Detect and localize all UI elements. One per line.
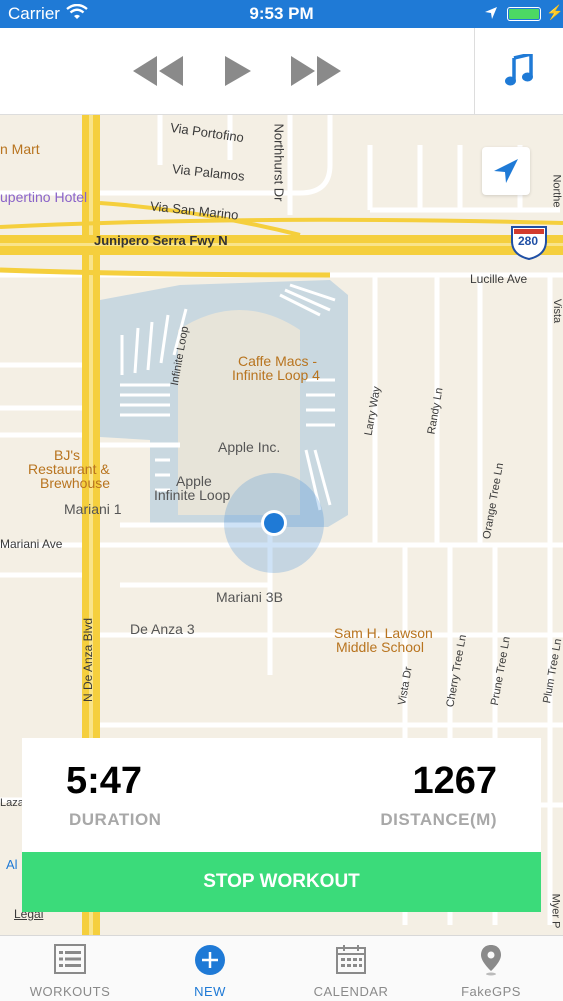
map-label-hotel: upertino Hotel [0, 189, 88, 205]
map-label-mariani-ave: Mariani Ave [0, 537, 63, 551]
map-label-laza: Laza [0, 797, 24, 809]
play-icon[interactable] [225, 56, 251, 91]
current-location-button[interactable] [482, 147, 530, 195]
workout-stats-card: 5:47 DURATION 1267 DISTANCE(M) [22, 738, 541, 852]
map-label-mariani-3b: Mariani 3B [216, 589, 283, 605]
tab-calendar[interactable]: CALENDAR [281, 936, 421, 1001]
distance-label: DISTANCE(M) [380, 810, 497, 829]
map-label-lucille: Lucille Ave [470, 272, 528, 286]
map-label-mariani-1: Mariani 1 [64, 501, 122, 517]
stop-workout-button[interactable]: STOP WORKOUT [22, 852, 541, 912]
map-label-mart: n Mart [0, 141, 40, 157]
map-label-al: Al [6, 857, 18, 872]
duration-value: 5:47 [66, 760, 143, 802]
map-label-apple-il-2: Infinite Loop [154, 487, 231, 503]
map-pin-icon [480, 944, 502, 981]
rewind-icon[interactable] [133, 56, 183, 91]
map-label-lawson-2: Middle School [336, 639, 424, 655]
tab-label: FakeGPS [461, 984, 521, 999]
plus-circle-icon [194, 944, 226, 981]
fast-forward-icon[interactable] [291, 56, 341, 91]
distance-value: 1267 [412, 760, 497, 802]
map-label-northe: Northe [550, 174, 563, 208]
controls-divider [474, 28, 475, 114]
battery-icon [507, 7, 541, 21]
map-label-bjs-3: Brewhouse [40, 475, 111, 491]
list-icon [54, 944, 86, 979]
location-arrow-icon [494, 159, 518, 183]
tab-workouts[interactable]: WORKOUTS [0, 936, 140, 1001]
location-arrow-icon [484, 5, 498, 25]
tab-new[interactable]: NEW [140, 936, 280, 1001]
tab-label: WORKOUTS [29, 984, 111, 999]
music-controls [0, 28, 563, 115]
tab-label: CALENDAR [313, 984, 389, 999]
map-label-caffe-macs-2: Infinite Loop 4 [232, 367, 320, 383]
duration-label: DURATION [69, 810, 162, 829]
music-note-icon[interactable] [505, 51, 533, 91]
tab-bar: WORKOUTS NEW CALENDAR FakeGPS [0, 935, 563, 1001]
map-label-de-anza-3: De Anza 3 [130, 621, 195, 637]
map-label-junipero: Junipero Serra Fwy N [94, 233, 228, 248]
clock: 9:53 PM [249, 4, 314, 23]
map-label-vista-edge: Vista [551, 298, 563, 324]
map-label-apple-inc: Apple Inc. [218, 439, 281, 455]
map-label-highway: 280 [518, 234, 539, 248]
calendar-icon [336, 944, 366, 979]
tab-fakegps[interactable]: FakeGPS [421, 936, 561, 1001]
map-label-northhurst: Northhurst Dr [271, 123, 287, 202]
status-bar: Carrier 9:53 PM ⚡ [0, 0, 563, 28]
tab-label: NEW [194, 984, 226, 999]
map-label-myer: Myer P [549, 893, 562, 929]
charging-icon: ⚡ [546, 4, 563, 20]
map-label-n-de-anza: N De Anza Blvd [81, 617, 96, 703]
